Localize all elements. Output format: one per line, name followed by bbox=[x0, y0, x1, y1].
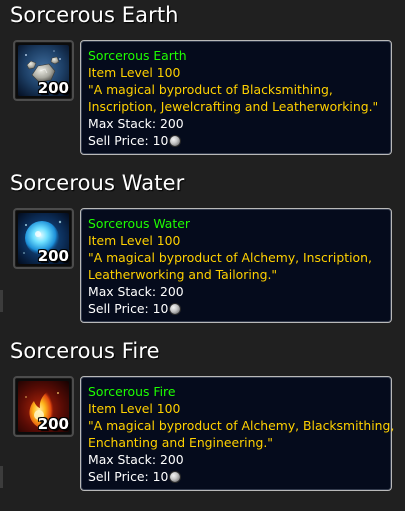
item-flavor-text-line: Inscription, Jewelcrafting and Leatherwo… bbox=[88, 99, 379, 115]
stack-count: 200 bbox=[37, 79, 69, 97]
item-flavor-text-line: "A magical byproduct of Blacksmithing, bbox=[88, 82, 333, 98]
max-stack: Max Stack: 200 bbox=[88, 116, 184, 132]
silver-coin-icon bbox=[170, 136, 181, 147]
item-name: Sorcerous Earth bbox=[88, 48, 187, 63]
silver-coin-icon bbox=[170, 304, 181, 315]
sell-price: Sell Price: 10 bbox=[88, 301, 169, 317]
max-stack: Max Stack: 200 bbox=[88, 284, 184, 300]
item-icon-button[interactable]: 200 bbox=[13, 376, 74, 437]
item-tooltip: Sorcerous Water Item Level 100 "A magica… bbox=[80, 208, 392, 323]
sell-price: Sell Price: 10 bbox=[88, 133, 169, 149]
item-flavor-text-line: "A magical byproduct of Alchemy, Inscrip… bbox=[88, 250, 372, 266]
item-level: Item Level 100 bbox=[88, 65, 181, 81]
item-level: Item Level 100 bbox=[88, 401, 181, 417]
item-section-sorcerous-water: Sorcerous Water 200 Sorcerous Water Item… bbox=[0, 168, 405, 336]
stack-count: 200 bbox=[37, 247, 69, 265]
sell-price: Sell Price: 10 bbox=[88, 469, 169, 485]
sell-price-row: Sell Price: 10 bbox=[88, 132, 385, 149]
item-flavor-text-line: "A magical byproduct of Alchemy, Blacksm… bbox=[88, 418, 395, 434]
item-flavor-text-line: Leatherworking and Tailoring." bbox=[88, 267, 278, 283]
sell-price-row: Sell Price: 10 bbox=[88, 300, 385, 317]
item-icon-button[interactable]: 200 bbox=[13, 208, 74, 269]
section-title: Sorcerous Fire bbox=[10, 339, 160, 363]
item-tooltip: Sorcerous Earth Item Level 100 "A magica… bbox=[80, 40, 392, 155]
section-title: Sorcerous Water bbox=[10, 171, 185, 195]
item-section-sorcerous-fire: Sorcerous Fire 200 Sorcerous Fire Item L… bbox=[0, 336, 405, 504]
stack-count: 200 bbox=[37, 415, 69, 433]
section-title: Sorcerous Earth bbox=[10, 3, 179, 27]
item-name: Sorcerous Water bbox=[88, 216, 190, 231]
item-section-sorcerous-earth: Sorcerous Earth 200 Sorcerous Earth Item… bbox=[0, 0, 405, 168]
item-name: Sorcerous Fire bbox=[88, 384, 176, 399]
item-flavor-text-line: Enchanting and Engineering." bbox=[88, 435, 273, 451]
sell-price-row: Sell Price: 10 bbox=[88, 468, 385, 485]
max-stack: Max Stack: 200 bbox=[88, 452, 184, 468]
silver-coin-icon bbox=[170, 472, 181, 483]
item-tooltip: Sorcerous Fire Item Level 100 "A magical… bbox=[80, 376, 395, 491]
item-icon-button[interactable]: 200 bbox=[13, 40, 74, 101]
item-level: Item Level 100 bbox=[88, 233, 181, 249]
